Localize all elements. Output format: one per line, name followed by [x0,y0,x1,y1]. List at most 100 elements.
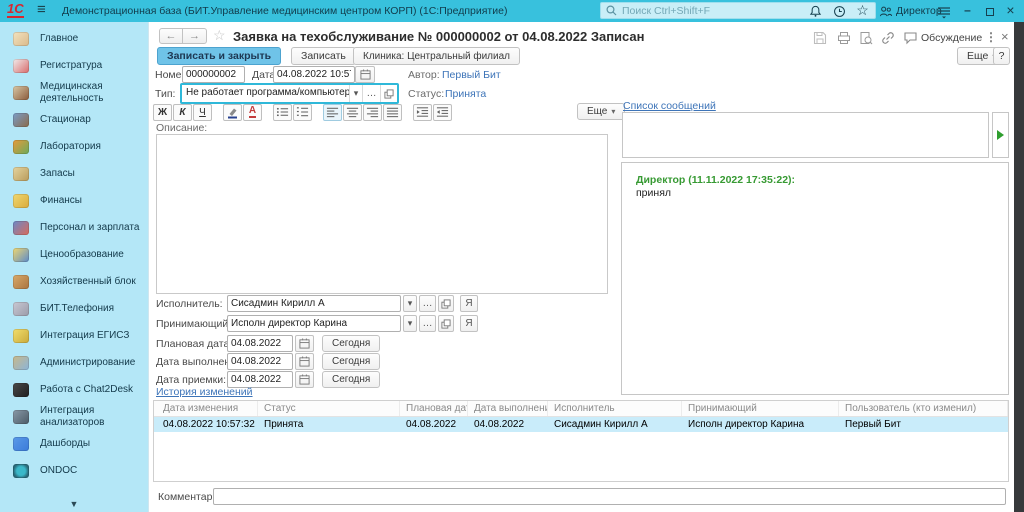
indent-icon[interactable] [413,104,432,121]
sidebar-more-chevron-icon[interactable]: ▼ [0,499,148,512]
completion-date-field[interactable] [227,353,293,370]
align-justify-icon[interactable] [383,104,402,121]
executor-dropdown-icon[interactable]: ▾ [403,295,417,312]
favorites-star-icon[interactable]: ☆ [855,2,870,17]
sidebar-item-laboratoriya[interactable]: Лаборатория [0,133,148,160]
more-dots-icon[interactable]: ⋮ [985,30,997,44]
font-color-icon[interactable]: А [243,104,262,121]
planned-date-today-button[interactable]: Сегодня [322,335,380,352]
align-left-icon[interactable] [323,104,342,121]
users-icon[interactable] [878,4,893,19]
sidebar-item-hozblok[interactable]: Хозяйственный блок [0,268,148,295]
col-change-date[interactable]: Дата изменения [154,401,258,416]
current-user-label[interactable]: Директор [896,5,942,17]
type-dropdown-icon[interactable]: ▾ [349,85,362,102]
sidebar-item-administrirovanie[interactable]: Администрирование [0,349,148,376]
message-author-line: Директор (11.11.2022 17:35:22): [636,174,994,186]
sidebar-item-cenoobrazovanie[interactable]: Ценообразование [0,241,148,268]
planned-date-field[interactable] [227,335,293,352]
align-center-icon[interactable] [343,104,362,121]
preview-icon[interactable] [859,31,873,45]
date-calendar-icon[interactable] [355,66,375,83]
outdent-icon[interactable] [433,104,452,121]
sidebar-item-registratura[interactable]: Регистратура [0,52,148,79]
clinic-button[interactable]: Клиника: Центральный филиал [353,47,520,65]
discussion-bubble-icon[interactable] [903,31,918,45]
sidebar-item-finansy[interactable]: Финансы [0,187,148,214]
print-icon[interactable] [837,31,851,45]
executor-field[interactable] [227,295,401,312]
type-open-icon[interactable] [380,85,397,102]
save-button[interactable]: Записать [291,47,356,65]
favorite-star-icon[interactable]: ☆ [213,27,226,44]
italic-icon[interactable]: К [173,104,192,121]
completion-date-calendar-icon[interactable] [295,353,314,370]
underline-icon[interactable]: Ч [193,104,212,121]
author-value-link[interactable]: Первый Бит [442,69,501,81]
acceptor-dropdown-icon[interactable]: ▾ [403,315,417,332]
numbered-list-icon[interactable] [293,104,312,121]
col-acceptor[interactable]: Принимающий [682,401,839,416]
forward-button[interactable]: → [183,28,207,44]
planned-date-calendar-icon[interactable] [295,335,314,352]
number-field[interactable] [182,66,245,83]
col-planned-date[interactable]: Плановая дата [400,401,468,416]
acceptor-field[interactable] [227,315,401,332]
executor-choose-button[interactable]: … [419,295,436,312]
acceptor-me-button[interactable]: Я [460,315,478,332]
close-form-icon[interactable]: × [1001,29,1009,44]
highlight-color-icon[interactable] [223,104,242,121]
sidebar-item-dashbordy[interactable]: Дашборды [0,430,148,457]
sidebar-item-stacionar[interactable]: Стационар [0,106,148,133]
sidebar-item-med-deyatelnost[interactable]: Медицинская деятельность [0,79,148,106]
hamburger-menu-icon[interactable]: ≡ [37,1,46,18]
link-icon[interactable] [881,31,895,45]
maximize-window-icon[interactable] [982,4,997,19]
col-status[interactable]: Статус [258,401,400,416]
align-right-icon[interactable] [363,104,382,121]
sidebar-item-analizatory[interactable]: Интеграция анализаторов [0,403,148,430]
col-executor[interactable]: Исполнитель [548,401,682,416]
screen-edge-strip [1014,22,1024,512]
save-close-button[interactable]: Записать и закрыть [157,47,281,65]
executor-me-button[interactable]: Я [460,295,478,312]
notifications-bell-icon[interactable] [808,4,823,19]
minimize-window-icon[interactable]: – [960,2,975,17]
bold-icon[interactable]: Ж [153,104,172,121]
discussion-label[interactable]: Обсуждение [921,32,982,44]
comment-field[interactable] [213,488,1006,505]
acceptance-date-calendar-icon[interactable] [295,371,314,388]
message-input[interactable] [622,112,989,158]
service-settings-icon[interactable] [936,4,951,19]
sidebar-item-zapasy[interactable]: Запасы [0,160,148,187]
sidebar-item-glavnoe[interactable]: Главное [0,25,148,52]
acceptor-choose-button[interactable]: … [419,315,436,332]
history-clock-icon[interactable] [832,4,847,19]
bullet-list-icon[interactable] [273,104,292,121]
date-field[interactable] [273,66,355,83]
acceptor-open-icon[interactable] [438,315,454,332]
history-link[interactable]: История изменений [156,386,253,398]
completion-date-today-button[interactable]: Сегодня [322,353,380,370]
executor-open-icon[interactable] [438,295,454,312]
sidebar-item-ondoc[interactable]: ONDOC [0,457,148,484]
sidebar-item-telefoniya[interactable]: БИТ.Телефония [0,295,148,322]
acceptance-date-today-button[interactable]: Сегодня [322,371,380,388]
messages-title-link[interactable]: Список сообщений [623,100,716,112]
type-field[interactable]: Не работает программа/компьютер ▾ … [180,83,399,104]
close-window-icon[interactable]: × [1003,2,1018,17]
status-value-link[interactable]: Принята [445,88,486,100]
description-textarea[interactable] [156,134,608,294]
sidebar-item-chat2desk[interactable]: Работа с Chat2Desk [0,376,148,403]
type-choose-button[interactable]: … [362,85,380,102]
editor-more-button[interactable]: Еще [577,103,625,120]
back-button[interactable]: ← [159,28,183,44]
sidebar-item-egisz[interactable]: Интеграция ЕГИСЗ [0,322,148,349]
send-message-button[interactable] [992,112,1009,158]
save-icon[interactable] [813,31,827,45]
history-table-row[interactable]: 04.08.2022 10:57:32 Принята 04.08.2022 0… [154,417,1008,432]
help-button[interactable]: ? [993,47,1010,65]
col-user[interactable]: Пользователь (кто изменил) [839,401,1008,416]
sidebar-item-personal[interactable]: Персонал и зарплата [0,214,148,241]
col-completion-date[interactable]: Дата выполнения [468,401,548,416]
